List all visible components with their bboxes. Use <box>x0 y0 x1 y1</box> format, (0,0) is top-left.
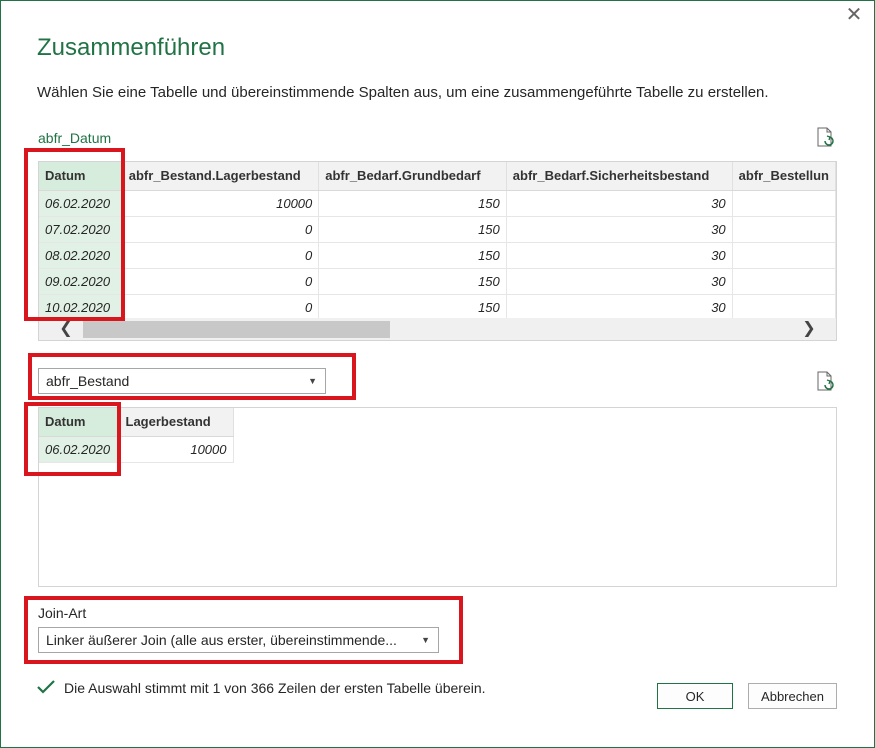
ok-button[interactable]: OK <box>657 683 733 709</box>
table2-header-datum[interactable]: Datum <box>39 408 120 437</box>
table1-table: Datum abfr_Bestand.Lagerbestand abfr_Bed… <box>39 162 836 318</box>
table1-name: abfr_Datum <box>38 130 112 146</box>
table-row: 06.02.2020 10000 <box>39 436 234 463</box>
dialog-title: Zusammenführen <box>37 34 226 61</box>
table-cell: 30 <box>506 242 733 269</box>
match-status-text: Die Auswahl stimmt mit 1 von 366 Zeilen … <box>64 680 486 696</box>
table-cell <box>732 216 836 243</box>
table1-grid: Datum abfr_Bestand.Lagerbestand abfr_Bed… <box>38 161 837 319</box>
table-row: 09.02.2020 0 150 30 <box>39 268 836 295</box>
dialog-subtitle: Wählen Sie eine Tabelle und übereinstimm… <box>37 84 769 101</box>
table-row: 07.02.2020 0 150 30 <box>39 216 836 243</box>
table-cell: 06.02.2020 <box>39 190 123 217</box>
table2-header-lagerbestand[interactable]: Lagerbestand <box>119 408 234 437</box>
table-cell: 0 <box>122 268 320 295</box>
table-cell: 150 <box>318 268 507 295</box>
table-cell: 150 <box>318 242 507 269</box>
table-cell <box>732 294 836 318</box>
table-cell: 09.02.2020 <box>39 268 123 295</box>
table-row: 10.02.2020 0 150 30 <box>39 294 836 318</box>
join-type-label: Join-Art <box>38 605 87 621</box>
chevron-down-icon: ▼ <box>421 635 430 645</box>
table1-header-datum[interactable]: Datum <box>39 162 123 191</box>
join-type-value: Linker äußerer Join (alle aus erster, üb… <box>46 632 397 648</box>
refresh-preview-icon[interactable] <box>816 371 834 391</box>
table-cell: 10000 <box>122 190 320 217</box>
table-cell: 150 <box>318 294 507 318</box>
table1-header-grundbedarf[interactable]: abfr_Bedarf.Grundbedarf <box>318 162 507 191</box>
table-cell: 150 <box>318 190 507 217</box>
table-row: 06.02.2020 10000 150 30 <box>39 190 836 217</box>
scrollbar-thumb[interactable] <box>83 321 390 338</box>
table-cell: 06.02.2020 <box>39 436 120 463</box>
scroll-left-icon[interactable]: ❮ <box>55 318 77 340</box>
table-cell: 07.02.2020 <box>39 216 123 243</box>
table-cell: 150 <box>318 216 507 243</box>
table-cell: 08.02.2020 <box>39 242 123 269</box>
check-icon <box>37 680 55 694</box>
close-button[interactable]: ✕ <box>842 4 866 28</box>
table2-grid: Datum Lagerbestand 06.02.2020 10000 <box>38 407 837 587</box>
table-cell <box>732 242 836 269</box>
chevron-down-icon: ▼ <box>308 376 317 386</box>
table-cell: 0 <box>122 294 320 318</box>
table-cell: 0 <box>122 242 320 269</box>
table-cell: 30 <box>506 190 733 217</box>
table2-select-value: abfr_Bestand <box>46 373 130 389</box>
table1-header-bestellung[interactable]: abfr_Bestellun <box>732 162 836 191</box>
table1-header-lagerbestand[interactable]: abfr_Bestand.Lagerbestand <box>122 162 320 191</box>
table2-table: Datum Lagerbestand 06.02.2020 10000 <box>39 408 234 463</box>
table-cell: 10000 <box>119 436 234 463</box>
table-cell <box>732 268 836 295</box>
refresh-preview-icon[interactable] <box>816 127 834 147</box>
scroll-right-icon[interactable]: ❯ <box>798 318 820 340</box>
table1-horizontal-scrollbar[interactable]: ❮ ❯ <box>38 318 837 341</box>
table2-select[interactable]: abfr_Bestand ▼ <box>38 368 326 394</box>
table-cell: 10.02.2020 <box>39 294 123 318</box>
join-type-select[interactable]: Linker äußerer Join (alle aus erster, üb… <box>38 627 439 653</box>
cancel-button[interactable]: Abbrechen <box>748 683 837 709</box>
table-cell <box>732 190 836 217</box>
table-row: 08.02.2020 0 150 30 <box>39 242 836 269</box>
table-cell: 30 <box>506 294 733 318</box>
table-cell: 30 <box>506 268 733 295</box>
table-cell: 0 <box>122 216 320 243</box>
table-cell: 30 <box>506 216 733 243</box>
table1-header-sicherheitsbestand[interactable]: abfr_Bedarf.Sicherheitsbestand <box>506 162 733 191</box>
